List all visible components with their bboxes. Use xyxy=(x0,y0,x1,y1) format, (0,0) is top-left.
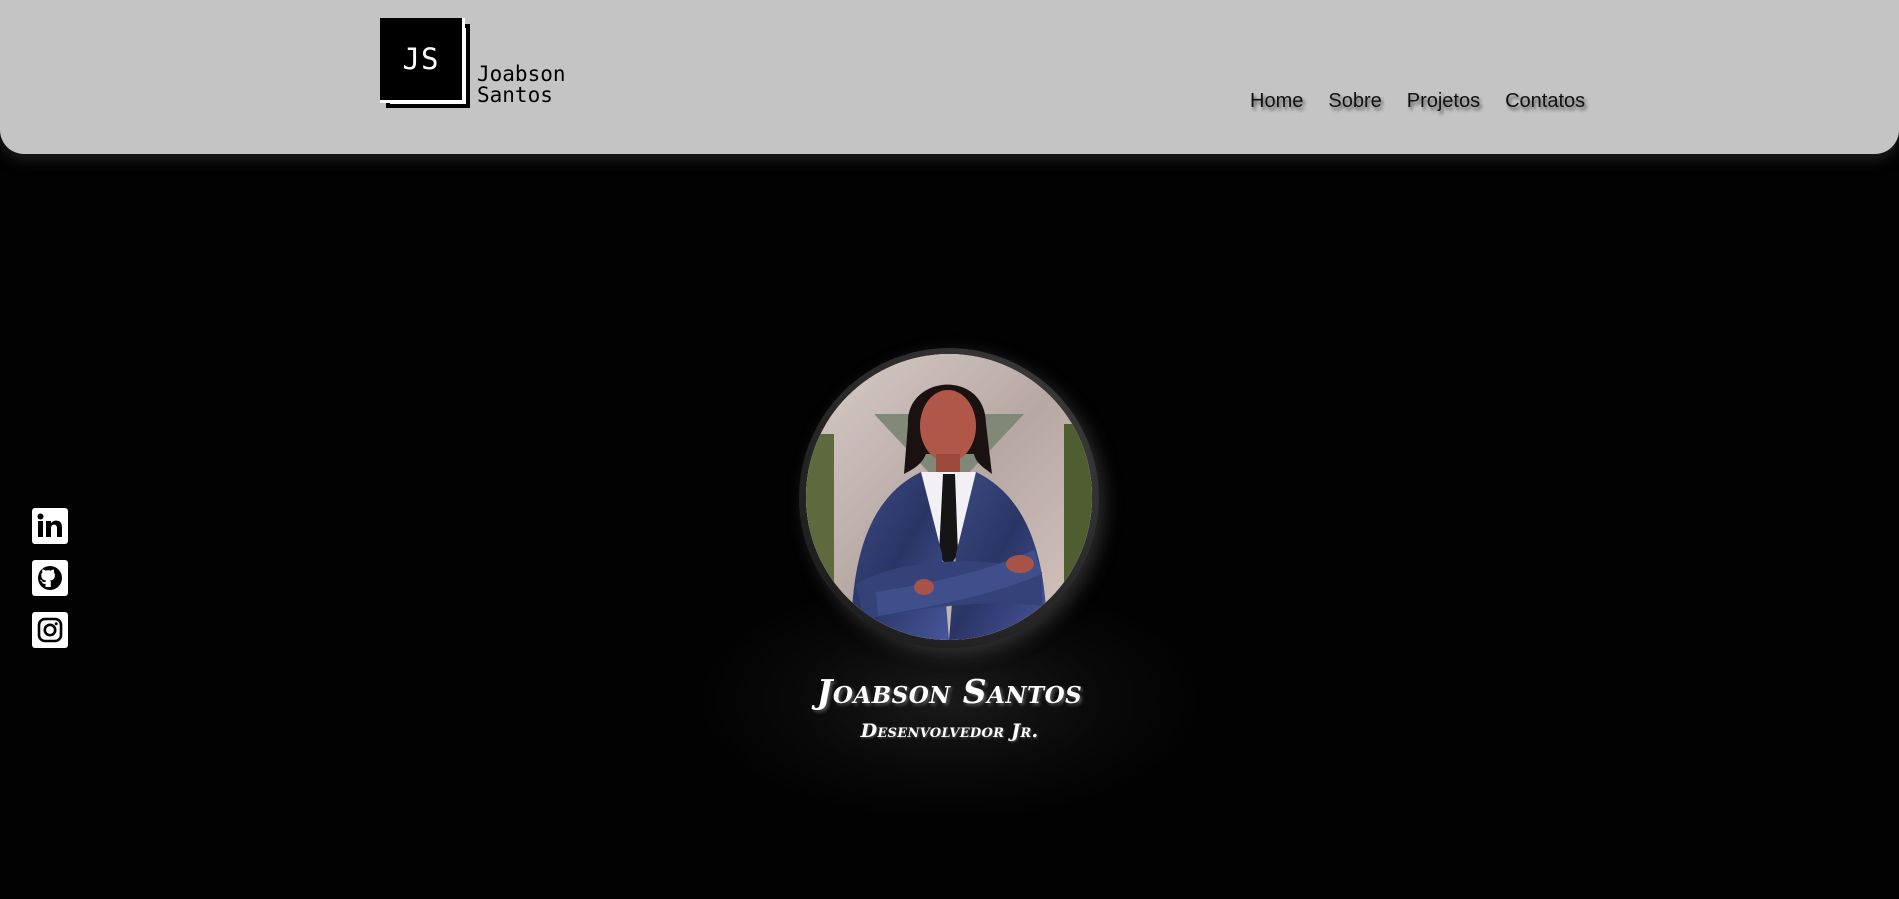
avatar xyxy=(806,354,1092,640)
nav-sobre-link[interactable]: Sobre xyxy=(1328,90,1381,113)
logo-link[interactable]: JS Joabson Santos xyxy=(380,18,600,113)
github-link[interactable] xyxy=(32,560,68,596)
instagram-icon xyxy=(32,612,68,648)
page: JS Joabson Santos Home Sobre Projetos Co… xyxy=(0,0,1899,899)
logo-name: Joabson Santos xyxy=(477,62,566,107)
main-nav: Home Sobre Projetos Contatos xyxy=(1250,90,1585,113)
profile-role: Desenvolvedor Jr. xyxy=(860,720,1039,742)
github-icon xyxy=(32,560,68,596)
profile-name: Joabson Santos xyxy=(816,672,1083,711)
linkedin-link[interactable] xyxy=(32,508,68,544)
social-links xyxy=(32,508,68,648)
profile-photo xyxy=(806,354,1092,640)
nav-projetos-link[interactable]: Projetos xyxy=(1407,90,1480,113)
logo-initials: JS xyxy=(380,18,465,103)
nav-contatos-link[interactable]: Contatos xyxy=(1505,90,1585,113)
nav-home-link[interactable]: Home xyxy=(1250,90,1303,113)
instagram-link[interactable] xyxy=(32,612,68,648)
linkedin-icon xyxy=(32,508,68,544)
site-header: JS Joabson Santos Home Sobre Projetos Co… xyxy=(0,0,1899,154)
